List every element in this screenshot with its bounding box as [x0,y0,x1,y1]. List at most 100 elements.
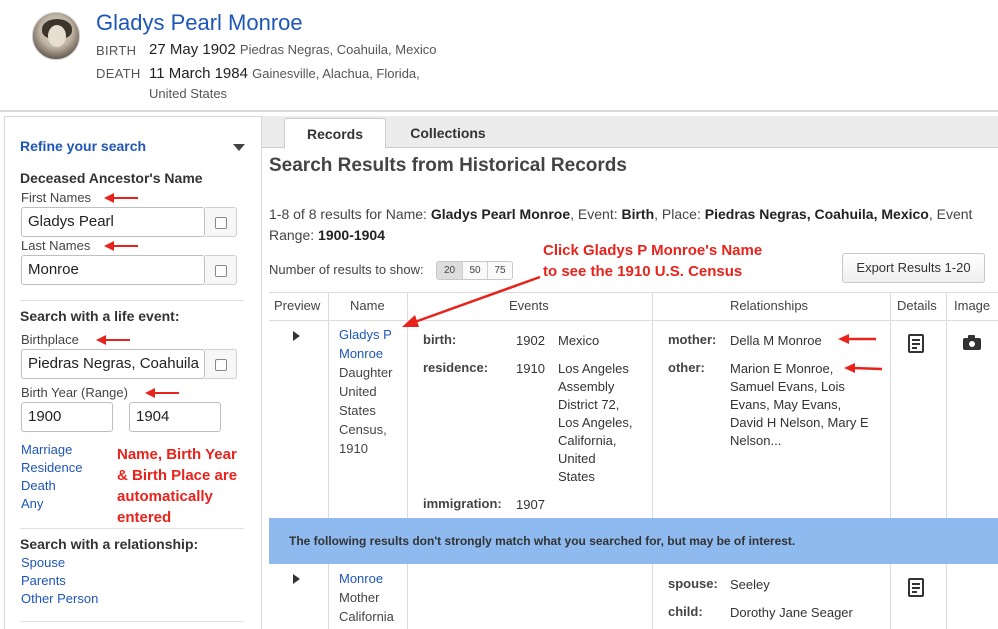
residence-place-line: Assembly [558,379,615,394]
details-icon[interactable] [908,334,924,353]
results-per-page-75[interactable]: 75 [487,262,512,279]
event-residence-year: 1910 [516,361,545,376]
event-link-residence[interactable]: Residence [21,460,82,475]
record-type-line: United [339,384,377,399]
residence-place-line: States [558,469,595,484]
tab-bar: Records Collections [262,116,998,149]
tab-collections[interactable]: Collections [396,118,500,149]
sidebar-divider [20,300,244,301]
event-birth-place: Mexico [558,333,600,348]
annotation-line: Name, Birth Year [117,446,237,463]
column-header-preview[interactable]: Preview [274,298,320,313]
birth-date: 27 May 1902 [149,41,236,58]
table-header-border [269,320,998,321]
summary-place-label: , Place: [654,206,705,222]
sidebar-divider [20,528,244,529]
last-names-label: Last Names [21,238,91,253]
person-avatar [32,12,80,60]
residence-place-line: Los Angeles, [558,415,633,430]
result-name-cell: Monroe Mother California [339,569,394,626]
relationship-link-spouse[interactable]: Spouse [21,555,65,570]
birth-place: Piedras Negras, Coahuila, Mexico [239,42,437,57]
relationship-link-other-person[interactable]: Other Person [21,591,98,606]
relationship-mother-value: Della M Monroe [730,333,822,348]
refine-search-title[interactable]: Refine your search [20,138,146,154]
results-title: Search Results from Historical Records [269,155,627,176]
relationship-heading: Search with a relationship: [20,536,199,552]
residence-place-line: Los Angeles [558,361,629,376]
annotation-line: & Birth Place are [117,467,238,484]
relationship-other-line: Samuel Evans, Lois [730,379,845,394]
event-birth-label: birth: [423,332,457,347]
relationship-other-line: Nelson... [730,433,782,448]
result-name-link-continued[interactable]: Monroe [339,344,392,363]
column-divider [890,564,891,629]
result-name-cell: Gladys P Monroe Daughter United States C… [339,325,392,458]
annotation-line: to see the 1910 U.S. Census [543,263,743,280]
relationship-child-label: child: [668,604,703,619]
first-names-input[interactable]: Gladys Pearl [21,207,205,237]
summary-event: Birth [621,206,655,222]
column-divider [890,292,891,518]
column-divider [946,564,947,629]
event-birth-year: 1902 [516,333,545,348]
column-divider [407,292,408,518]
record-type-line: 1910 [339,441,368,456]
chevron-down-icon[interactable] [233,144,245,151]
result-name-link[interactable]: Gladys P [339,325,392,344]
summary-event-label: , Event: [570,206,622,222]
death-place: Gainesville, Alachua, Florida, [252,66,420,81]
annotation-line: automatically [117,488,213,505]
results-per-page-20[interactable]: 20 [437,262,462,279]
residence-place-line: California, [558,433,617,448]
residence-place-line: District 72, [558,397,620,412]
event-link-death[interactable]: Death [21,478,56,493]
life-event-heading: Search with a life event: [20,308,180,324]
relationship-other-value: Marion E Monroe, Samuel Evans, Lois Evan… [730,360,869,450]
annotation-arrow [96,335,130,345]
first-names-exact-checkbox[interactable] [205,207,237,237]
record-type-line: California [339,609,394,624]
results-per-page-50[interactable]: 50 [462,262,487,279]
export-results-button[interactable]: Export Results 1-20 [842,253,985,283]
birth-year-to-input[interactable]: 1904 [129,402,221,432]
preview-toggle-icon[interactable] [293,574,300,584]
death-date: 11 March 1984 [149,65,248,82]
relationship-link-parents[interactable]: Parents [21,573,66,588]
record-type-line: Mother [339,590,380,605]
birthplace-input[interactable]: Piedras Negras, Coahuila [21,349,205,379]
relationship-other-label: other: [668,360,705,375]
table-border [269,292,998,293]
event-link-any[interactable]: Any [21,496,43,511]
avatar-face [48,25,66,47]
results-main: Records Collections Search Results from … [262,116,998,629]
summary-prefix: 1-8 of 8 results for Name: [269,206,431,222]
relationship-other-line: Evans, May Evans, [730,397,842,412]
death-label: DEATH [96,66,141,81]
camera-icon[interactable] [963,335,981,350]
event-link-marriage[interactable]: Marriage [21,442,72,457]
birthplace-label: Birthplace [21,332,79,347]
last-names-input[interactable]: Monroe [21,255,205,285]
birth-info: 27 May 1902 Piedras Negras, Coahuila, Me… [149,41,436,58]
column-header-relationships: Relationships [730,298,809,313]
tab-records[interactable]: Records [284,118,386,149]
event-residence-label: residence: [423,360,489,375]
birthplace-exact-checkbox[interactable] [205,349,237,379]
last-names-exact-checkbox[interactable] [205,255,237,285]
annotation-arrow [104,241,138,251]
person-name[interactable]: Gladys Pearl Monroe [96,10,303,36]
preview-toggle-icon[interactable] [293,331,300,341]
annotation-autofill-note: Name, Birth Year & Birth Place are autom… [117,444,237,528]
column-header-name[interactable]: Name [350,298,385,313]
result-name-link[interactable]: Monroe [339,569,394,588]
relationship-mother-label: mother: [668,332,717,347]
details-icon[interactable] [908,578,924,597]
first-names-label: First Names [21,190,92,205]
summary-name: Gladys Pearl Monroe [430,206,571,222]
column-header-details: Details [897,298,937,313]
birth-year-label: Birth Year (Range) [21,385,128,400]
relationship-spouse-value: Seeley [730,577,770,592]
record-type-line: Census, [339,422,387,437]
birth-year-from-input[interactable]: 1900 [21,402,113,432]
